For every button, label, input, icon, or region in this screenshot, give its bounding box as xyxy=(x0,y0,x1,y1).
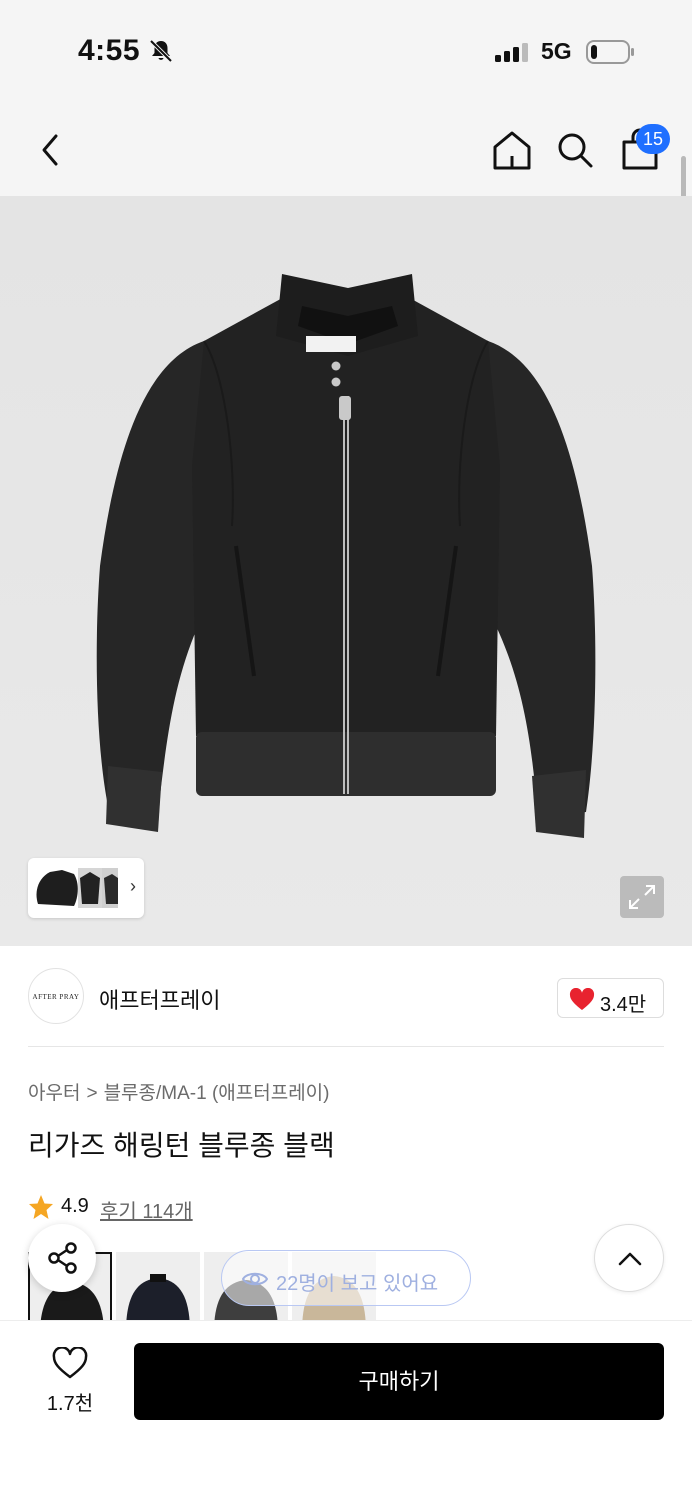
brand-logo[interactable]: AFTER PRAY xyxy=(28,968,84,1024)
wishlist-count: 1.7천 xyxy=(46,1393,94,1415)
brand-like-count: 3.4만 xyxy=(600,994,647,1016)
divider xyxy=(28,1046,664,1047)
expand-image-button[interactable] xyxy=(620,876,664,918)
wishlist-heart-icon[interactable] xyxy=(52,1347,88,1381)
color-option-navy[interactable] xyxy=(116,1252,200,1322)
scroll-to-top-button[interactable] xyxy=(594,1224,664,1292)
brand-row: AFTER PRAY 애프터프레이 3.4만 xyxy=(0,946,692,1046)
signal-icon xyxy=(495,43,528,62)
search-icon[interactable] xyxy=(555,130,595,170)
breadcrumb-category[interactable]: 아우터 xyxy=(28,1078,80,1105)
heart-icon xyxy=(569,988,595,1010)
network-type: 5G xyxy=(541,38,572,64)
cart-count-badge[interactable]: 15 xyxy=(636,124,670,154)
color-option-image xyxy=(126,1274,190,1322)
status-time: 4:55 xyxy=(78,34,141,67)
brand-name[interactable]: 애프터프레이 xyxy=(99,983,220,1015)
battery-icon xyxy=(586,40,634,64)
bottom-purchase-bar: 1.7천 구매하기 xyxy=(0,1320,692,1500)
share-icon xyxy=(48,1242,77,1274)
home-icon[interactable] xyxy=(490,128,534,172)
viewers-count-pill: 22명이 보고 있어요 xyxy=(221,1250,471,1306)
viewers-text: 22명이 보고 있어요 xyxy=(276,1273,439,1295)
breadcrumb: 아우터 > 블루종/MA-1 (애프터프레이) xyxy=(28,1078,330,1105)
star-icon xyxy=(29,1195,53,1219)
breadcrumb-subcategory[interactable]: 블루종/MA-1 (애프터프레이) xyxy=(104,1078,330,1105)
chevron-right-icon: › xyxy=(130,876,136,896)
bell-slash-icon xyxy=(149,39,173,63)
image-thumbnail-strip[interactable]: › xyxy=(28,858,144,918)
status-bar: 4:55 5G xyxy=(0,0,692,100)
product-image-area[interactable]: › xyxy=(0,196,692,946)
review-link[interactable]: 후기 114개 xyxy=(100,1195,193,1224)
back-icon[interactable] xyxy=(34,128,70,172)
share-button[interactable] xyxy=(28,1224,96,1292)
product-image xyxy=(96,274,596,838)
nav-bar xyxy=(0,100,692,196)
brand-like-button[interactable]: 3.4만 xyxy=(557,978,664,1018)
buy-button[interactable]: 구매하기 xyxy=(134,1343,664,1420)
product-title: 리가즈 해링턴 블루종 블랙 xyxy=(28,1130,335,1161)
rating-value: 4.9 xyxy=(61,1195,89,1217)
expand-icon xyxy=(629,885,655,909)
chevron-up-icon xyxy=(618,1252,642,1266)
breadcrumb-separator: > xyxy=(86,1083,98,1104)
thumbnail-image xyxy=(36,868,118,908)
eye-icon xyxy=(242,1272,268,1286)
